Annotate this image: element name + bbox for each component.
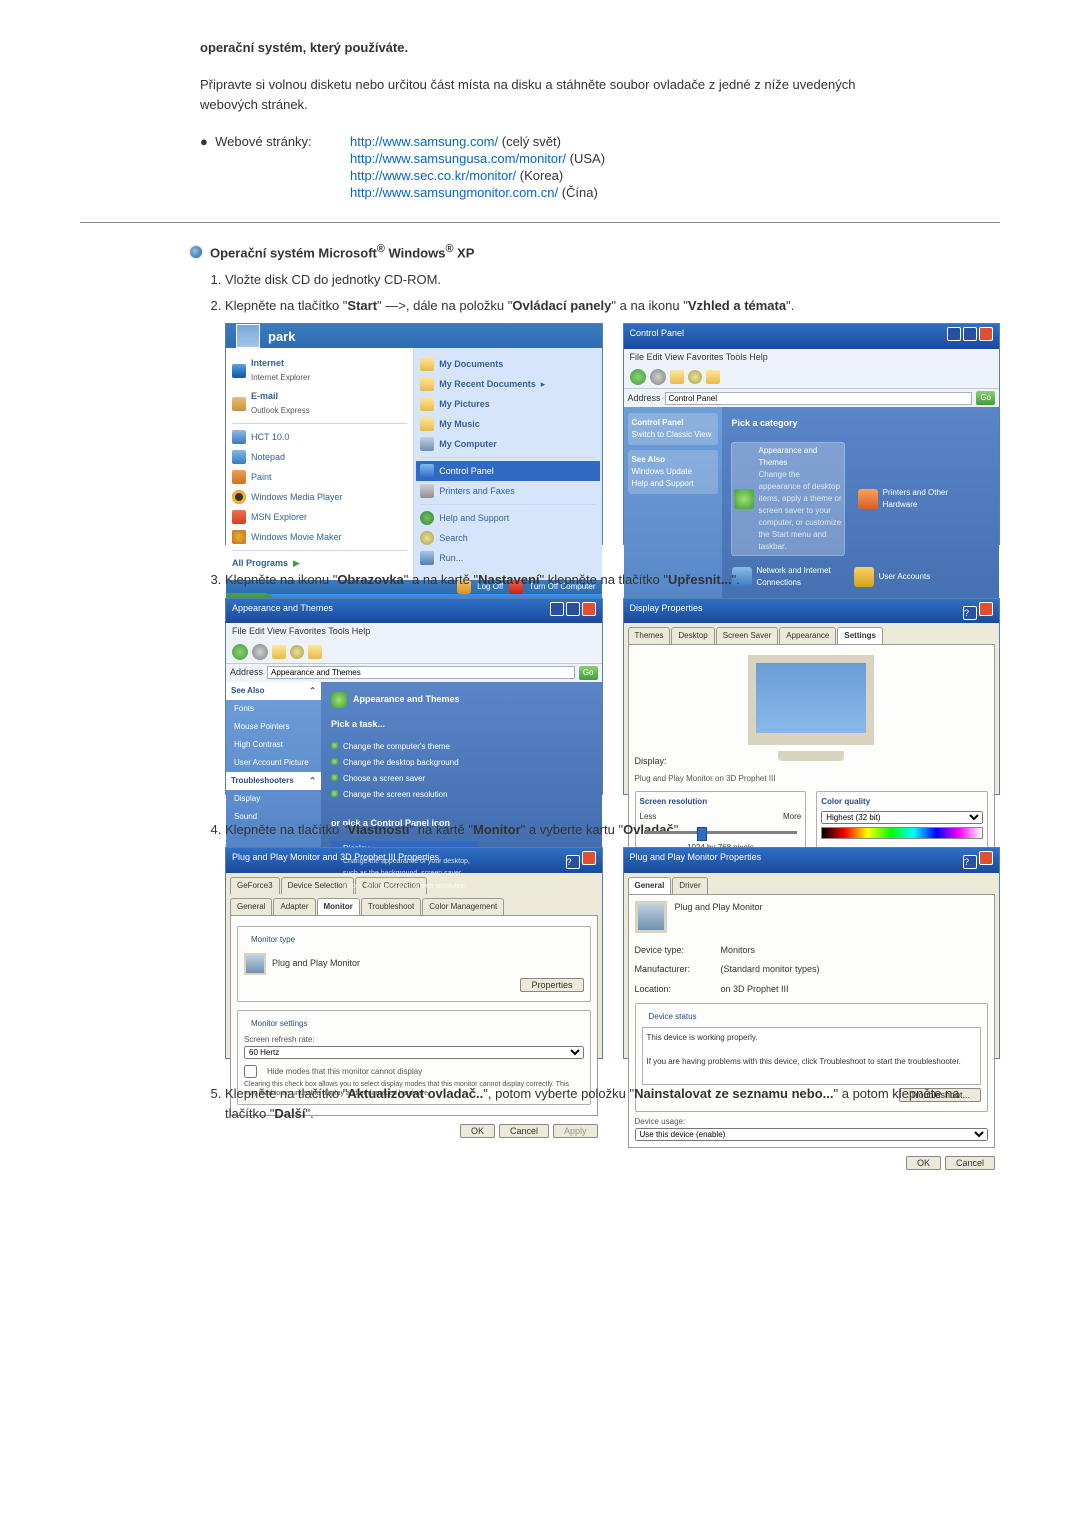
intro-heading: operační systém, který používáte. [200, 40, 880, 55]
run-icon [420, 551, 434, 565]
link-suffix: (USA) [570, 151, 605, 166]
link-suffix: (Korea) [520, 168, 563, 183]
wmm-icon [232, 530, 246, 544]
tab-settings[interactable]: Settings [837, 627, 883, 644]
screenshot-display-properties: Display Properties? Themes Desktop Scree… [623, 598, 1001, 795]
folders-icon [706, 370, 720, 384]
pick-category-title: Pick a category [732, 417, 990, 431]
ie-icon [232, 364, 246, 378]
back-icon [630, 369, 646, 385]
step-1: Vložte disk CD do jednotky CD-ROM. [225, 270, 1000, 290]
link-samsung-usa[interactable]: http://www.samsungusa.com/monitor/ [350, 151, 566, 166]
help-icon [420, 511, 434, 525]
link-suffix: (celý svět) [502, 134, 561, 149]
monitor-preview-icon [748, 655, 874, 745]
color-bar-icon [821, 827, 983, 839]
cpanel-icon [420, 464, 434, 478]
link-samsung-cn[interactable]: http://www.samsungmonitor.com.cn/ [350, 185, 558, 200]
notepad-icon [232, 450, 246, 464]
avatar-icon [236, 324, 260, 348]
folder-icon [420, 397, 434, 411]
folder-icon [420, 417, 434, 431]
screenshot-control-panel: Control Panel File Edit View Favorites T… [623, 323, 1001, 545]
search-icon [688, 370, 702, 384]
divider [80, 222, 1000, 223]
back-icon [232, 644, 248, 660]
cancel-button[interactable]: Cancel [945, 1156, 995, 1170]
tab-monitor[interactable]: Monitor [317, 898, 360, 915]
monitor-icon [635, 901, 667, 933]
refresh-rate-select[interactable]: 60 Hertz [244, 1046, 584, 1059]
link-sec-kr[interactable]: http://www.sec.co.kr/monitor/ [350, 168, 516, 183]
properties-button[interactable]: Properties [520, 978, 583, 992]
resolution-slider[interactable] [644, 831, 798, 834]
computer-icon [420, 437, 434, 451]
forward-icon [252, 644, 268, 660]
step-3: Klepněte na ikonu "Obrazovka" a na kartě… [225, 570, 1000, 795]
folder-icon [420, 377, 434, 391]
go-button[interactable]: Go [976, 391, 995, 405]
wmp-icon [232, 490, 246, 504]
step-2: Klepněte na tlačítko "Start" —>, dále na… [225, 296, 1000, 546]
folder-icon [420, 357, 434, 371]
cat-appearance-themes[interactable]: Appearance and ThemesChange the appearan… [732, 443, 844, 555]
address-input[interactable] [665, 392, 973, 405]
printer-icon [420, 484, 434, 498]
tab-driver[interactable]: Driver [672, 877, 707, 894]
intro-text: Připravte si volnou disketu nebo určitou… [200, 75, 880, 114]
msn-icon [232, 510, 246, 524]
username: park [268, 327, 295, 347]
cancel-button[interactable]: Cancel [499, 1124, 549, 1138]
web-links-label: ● Webové stránky: [200, 134, 350, 202]
screenshot-start-menu: park InternetInternet Explorer E-mailOut… [225, 323, 603, 545]
step-4: Klepněte na tlačítko "Vlastnosti" na kar… [225, 820, 1000, 1060]
forward-icon [650, 369, 666, 385]
screenshot-appearance-themes: Appearance and Themes File Edit View Fav… [225, 598, 603, 795]
app-icon [232, 430, 246, 444]
screenshot-pnp-monitor-properties: Plug and Play Monitor Properties? Genera… [623, 847, 1001, 1059]
os-heading: Operační systém Microsoft® Windows® XP [210, 243, 474, 260]
search-icon [420, 531, 434, 545]
mail-icon [232, 397, 246, 411]
monitor-icon [244, 953, 266, 975]
hide-modes-check[interactable] [244, 1065, 257, 1078]
screenshot-monitor-adapter-properties: Plug and Play Monitor and 3D Prophet III… [225, 847, 603, 1059]
device-usage-select[interactable]: Use this device (enable) [635, 1128, 989, 1141]
color-quality-select[interactable]: Highest (32 bit) [821, 811, 983, 824]
address-input[interactable] [267, 666, 575, 679]
link-suffix: (Čína) [562, 185, 598, 200]
apply-button[interactable]: Apply [553, 1124, 598, 1138]
ok-button[interactable]: OK [460, 1124, 495, 1138]
up-icon [670, 370, 684, 384]
tab-general[interactable]: General [628, 877, 672, 894]
window-controls [945, 327, 993, 346]
ok-button[interactable]: OK [906, 1156, 941, 1170]
control-panel-item[interactable]: Control Panel [416, 461, 599, 481]
paint-icon [232, 470, 246, 484]
link-samsung[interactable]: http://www.samsung.com/ [350, 134, 498, 149]
menu-bar: File Edit View Favorites Tools Help [624, 349, 1000, 367]
bullet-icon [190, 246, 202, 258]
